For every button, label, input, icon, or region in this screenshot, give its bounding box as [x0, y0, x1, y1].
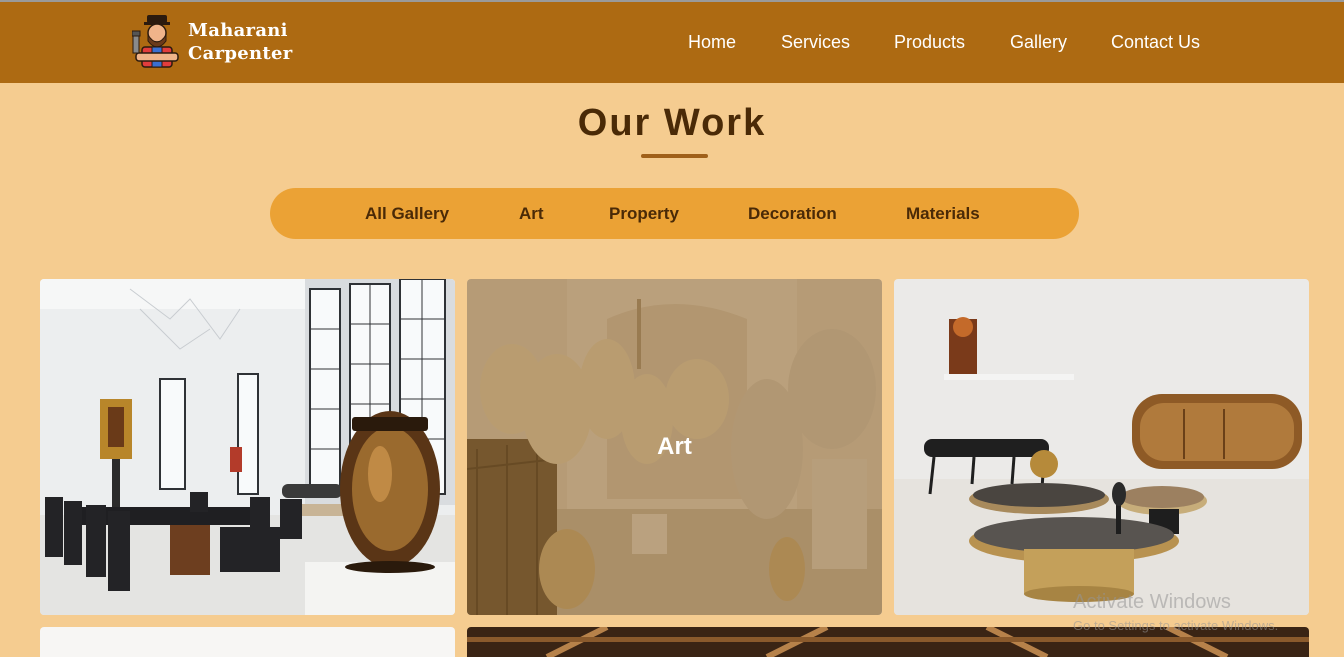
title-underline	[641, 154, 708, 158]
nav-contact-us[interactable]: Contact Us	[1111, 32, 1200, 53]
filter-art[interactable]: Art	[519, 204, 544, 224]
card-category-label: Art	[657, 433, 692, 460]
nav-products[interactable]: Products	[894, 32, 965, 53]
living-room-image	[894, 279, 1309, 615]
dining-room-image	[40, 279, 455, 615]
gallery-card-living-room[interactable]	[894, 279, 1309, 615]
nav-gallery[interactable]: Gallery	[1010, 32, 1067, 53]
watermark-title: Activate Windows	[1073, 591, 1231, 613]
gallery-card-white-interior[interactable]	[40, 627, 455, 657]
gallery-filter-bar: All Gallery Art Property Decoration Mate…	[270, 188, 1079, 239]
gallery-card-dining-room[interactable]	[40, 279, 455, 615]
filter-materials[interactable]: Materials	[906, 204, 980, 224]
section-title: Our Work	[577, 102, 767, 144]
navbar: Maharani Carpenter Home Services Product…	[0, 2, 1344, 83]
white-interior-image	[40, 627, 455, 657]
watermark-subtitle: Go to Settings to activate Windows.	[1073, 618, 1279, 633]
nav-services[interactable]: Services	[781, 32, 850, 53]
filter-decoration[interactable]: Decoration	[748, 204, 837, 224]
nav-home[interactable]: Home	[688, 32, 736, 53]
filter-all-gallery[interactable]: All Gallery	[365, 204, 449, 224]
filter-property[interactable]: Property	[609, 204, 679, 224]
card-hover-overlay: Art	[467, 279, 882, 615]
windows-activation-watermark: Activate Windows Go to Settings to activ…	[1073, 591, 1278, 633]
gallery-card-art[interactable]: Art	[467, 279, 882, 615]
main-nav: Home Services Products Gallery Contact U…	[0, 32, 1344, 56]
